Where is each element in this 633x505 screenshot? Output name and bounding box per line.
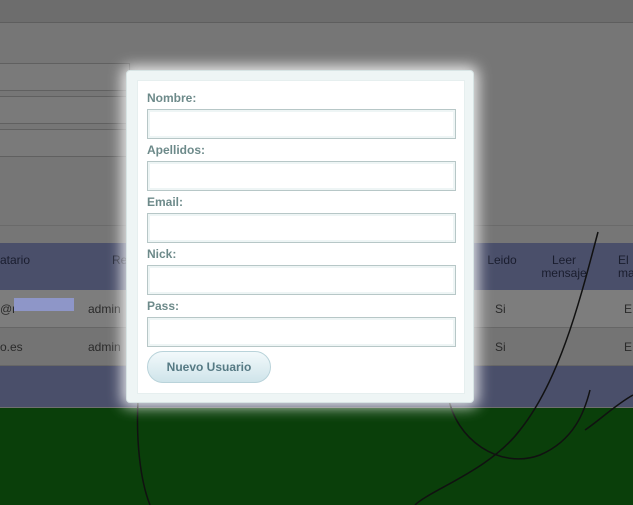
background-green-area: [0, 408, 633, 505]
nombre-input[interactable]: [147, 109, 456, 139]
email-input[interactable]: [147, 213, 456, 243]
new-user-form: Nombre: Apellidos: Email: Nick: Pass: Nu…: [137, 80, 465, 394]
cell-remitente: admin: [88, 302, 121, 316]
column-header-leido: Leido: [487, 253, 517, 267]
cell-eliminar[interactable]: E: [624, 302, 632, 316]
pass-label: Pass:: [147, 299, 180, 313]
cell-eliminar[interactable]: E: [624, 340, 632, 354]
background-top-bar: [0, 0, 633, 23]
background-field: [0, 96, 130, 124]
column-header-eliminar: El ma: [618, 253, 633, 280]
background-field: [0, 129, 130, 157]
cell-remitente: admin: [88, 340, 121, 354]
new-user-modal: Nombre: Apellidos: Email: Nick: Pass: Nu…: [126, 70, 474, 403]
email-label: Email:: [147, 195, 184, 209]
background-field: [0, 63, 130, 91]
apellidos-input[interactable]: [147, 161, 456, 191]
apellidos-label: Apellidos:: [147, 143, 206, 157]
cell-destinatario: o.es: [0, 340, 23, 354]
redacted-email-block: [14, 298, 74, 311]
nombre-label: Nombre:: [147, 91, 197, 105]
pass-input[interactable]: [147, 317, 456, 347]
nick-label: Nick:: [147, 247, 177, 261]
column-header-destinatario: atario: [0, 253, 31, 267]
column-header-leer-mensaje: Leer mensaje: [541, 253, 587, 280]
nick-input[interactable]: [147, 265, 456, 295]
cell-leido: Si: [495, 302, 506, 316]
nuevo-usuario-button[interactable]: Nuevo Usuario: [147, 351, 271, 383]
cell-leido: Si: [495, 340, 506, 354]
